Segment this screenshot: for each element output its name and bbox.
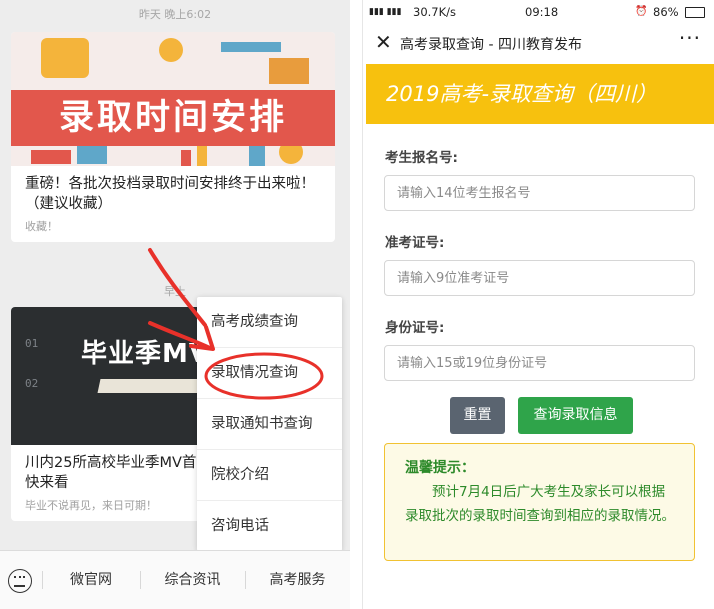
keyboard-icon[interactable] <box>8 569 32 593</box>
clock: 09:18 <box>525 5 559 19</box>
id-number-input[interactable] <box>384 345 695 381</box>
page-banner: 2019高考-录取查询（四川） <box>366 64 714 124</box>
status-bar: ▮▮▮ ▮▮▮ 30.7K/s 09:18 ⏰ 86% <box>363 0 714 24</box>
wechat-bottom-menu: 微官网 综合资讯 高考服务 <box>0 550 350 609</box>
notice-box: 温馨提示： 预计7月4日后广大考生及家长可以根据录取批次的录取时间查询到相应的录… <box>384 443 695 561</box>
panel-divider <box>350 0 362 609</box>
query-button[interactable]: 查询录取信息 <box>518 397 633 434</box>
battery-icon <box>685 7 705 18</box>
id-number-label: 身份证号: <box>385 320 445 336</box>
banner-title: 2019高考-录取查询（四川） <box>386 82 658 106</box>
admission-query-screen: ▮▮▮ ▮▮▮ 30.7K/s 09:18 ⏰ 86% ✕ 高考录取查询 - 四… <box>362 0 714 609</box>
ticket-number-input[interactable] <box>384 260 695 296</box>
more-icon[interactable]: ··· <box>679 26 701 50</box>
battery-level: 86% <box>653 5 679 19</box>
wechat-chat-screen: 昨天 晚上6:02 录取时间安排 重磅！各批次投档录取时间安排终于出来啦！（建议… <box>0 0 350 609</box>
bottom-menu-micro-site[interactable]: 微官网 <box>42 551 140 609</box>
exam-number-label: 考生报名号: <box>385 150 458 166</box>
network-speed: 30.7K/s <box>413 5 457 19</box>
bottom-menu-exam-service[interactable]: 高考服务 <box>245 551 350 609</box>
hand-drawn-annotation <box>148 248 324 400</box>
bottom-menu-news[interactable]: 综合资讯 <box>140 551 245 609</box>
signal-icon: ▮▮▮ ▮▮▮ <box>369 7 402 17</box>
reset-button[interactable]: 重置 <box>450 397 505 434</box>
page-title: 高考录取查询 - 四川教育发布 <box>400 37 582 53</box>
ticket-number-label: 准考证号: <box>385 235 445 251</box>
exam-number-input[interactable] <box>384 175 695 211</box>
close-icon[interactable]: ✕ <box>375 30 392 54</box>
notice-title: 温馨提示： <box>405 460 475 476</box>
notice-body: 预计7月4日后广大考生及家长可以根据录取批次的录取时间查询到相应的录取情况。 <box>405 484 675 524</box>
alarm-icon: ⏰ <box>635 6 648 17</box>
webview-nav-bar: ✕ 高考录取查询 - 四川教育发布 ··· <box>363 24 714 64</box>
